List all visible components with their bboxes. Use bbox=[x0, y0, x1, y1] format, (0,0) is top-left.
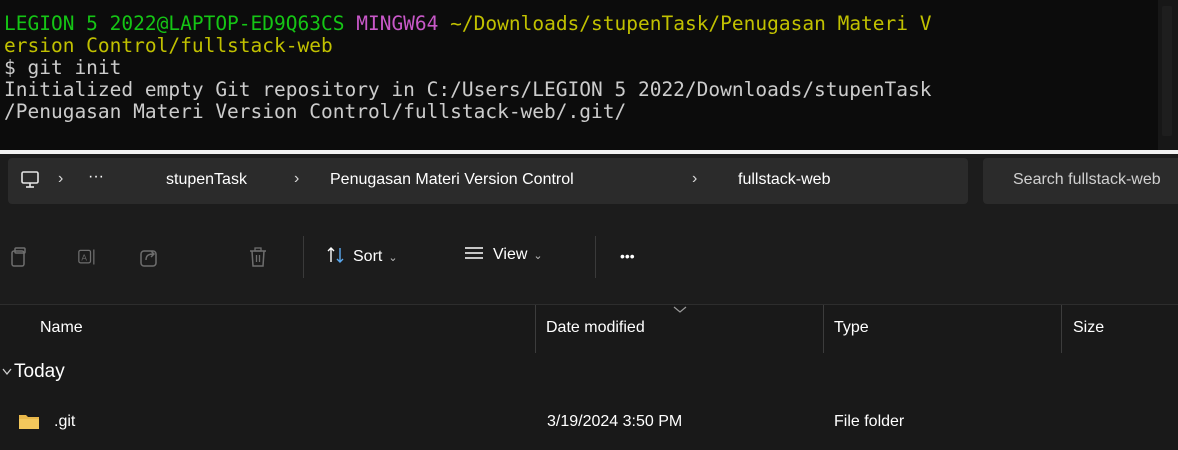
group-label: Today bbox=[14, 361, 65, 382]
more-options-button[interactable]: ••• bbox=[620, 248, 635, 264]
this-pc-icon[interactable] bbox=[20, 170, 40, 190]
chevron-down-icon: ⌄ bbox=[533, 250, 543, 262]
column-header-type[interactable]: Type bbox=[834, 319, 869, 337]
sort-label: Sort bbox=[353, 248, 383, 265]
search-placeholder: Search fullstack-web bbox=[1013, 171, 1161, 188]
terminal-command: $ git init bbox=[4, 57, 122, 79]
sort-icon bbox=[327, 247, 344, 263]
file-date-modified: 3/19/2024 3:50 PM bbox=[547, 413, 683, 430]
address-row: › ··· stupenTask › Penugasan Materi Vers… bbox=[0, 154, 1178, 212]
copy-icon[interactable] bbox=[10, 246, 30, 268]
file-type: File folder bbox=[834, 413, 905, 430]
column-divider[interactable] bbox=[1061, 305, 1062, 353]
chevron-down-icon[interactable] bbox=[2, 368, 12, 376]
search-input[interactable]: Search fullstack-web bbox=[983, 158, 1178, 204]
column-divider[interactable] bbox=[823, 305, 824, 353]
breadcrumb-separator: › bbox=[692, 170, 698, 187]
group-header-today[interactable]: Today bbox=[0, 352, 1178, 396]
column-header-date-modified[interactable]: Date modified bbox=[546, 319, 645, 337]
breadcrumb-separator: › bbox=[294, 170, 300, 187]
sort-button[interactable]: Sort ⌄ bbox=[326, 246, 398, 266]
toolbar-divider bbox=[303, 236, 304, 278]
sort-descending-icon bbox=[673, 306, 687, 313]
prompt-user: LEGION 5 2022@LAPTOP-ED9Q63CS bbox=[4, 13, 345, 35]
file-row[interactable]: .git 3/19/2024 3:50 PM File folder bbox=[0, 402, 1178, 442]
git-bash-terminal[interactable]: LEGION 5 2022@LAPTOP-ED9Q63CS MINGW64 ~/… bbox=[0, 0, 1158, 150]
view-label: View bbox=[493, 246, 528, 263]
terminal-prompt-line: LEGION 5 2022@LAPTOP-ED9Q63CS MINGW64 ~/… bbox=[4, 13, 1158, 35]
command-bar: A Sort ⌄ View ⌄ ••• bbox=[0, 212, 1178, 304]
view-icon bbox=[465, 247, 483, 259]
toolbar-divider bbox=[595, 236, 596, 278]
terminal-output-line: /Penugasan Materi Version Control/fullst… bbox=[4, 101, 627, 123]
delete-icon[interactable] bbox=[248, 246, 268, 268]
address-bar[interactable]: › ··· stupenTask › Penugasan Materi Vers… bbox=[8, 158, 968, 204]
terminal-output-line: Initialized empty Git repository in C:/U… bbox=[4, 79, 932, 101]
column-header-name[interactable]: Name bbox=[40, 319, 83, 337]
share-icon[interactable] bbox=[139, 246, 159, 268]
prompt-path: ~/Downloads/stupenTask/Penugasan Materi … bbox=[450, 13, 932, 35]
folder-icon bbox=[19, 415, 39, 429]
terminal-scrollbar[interactable] bbox=[1158, 0, 1178, 150]
view-button[interactable]: View ⌄ bbox=[464, 246, 543, 264]
chevron-down-icon: ⌄ bbox=[388, 252, 398, 264]
breadcrumb-stupentask[interactable]: stupenTask bbox=[166, 171, 247, 189]
column-divider[interactable] bbox=[535, 305, 536, 353]
rename-icon[interactable]: A bbox=[78, 246, 98, 268]
breadcrumb-fullstack-web[interactable]: fullstack-web bbox=[738, 171, 830, 189]
terminal-scrollbar-thumb[interactable] bbox=[1162, 6, 1172, 136]
file-name: .git bbox=[54, 413, 76, 430]
breadcrumb-separator: › bbox=[58, 170, 64, 187]
prompt-path-continued: ersion Control/fullstack-web bbox=[4, 35, 333, 57]
file-explorer: › ··· stupenTask › Penugasan Materi Vers… bbox=[0, 154, 1178, 450]
column-header-size[interactable]: Size bbox=[1073, 319, 1104, 337]
prompt-env: MINGW64 bbox=[356, 13, 439, 35]
breadcrumb-overflow-button[interactable]: ··· bbox=[88, 168, 104, 186]
svg-text:A: A bbox=[81, 252, 87, 262]
column-header-row: Name Date modified Type Size bbox=[0, 304, 1178, 353]
breadcrumb-penugasan[interactable]: Penugasan Materi Version Control bbox=[330, 171, 574, 189]
